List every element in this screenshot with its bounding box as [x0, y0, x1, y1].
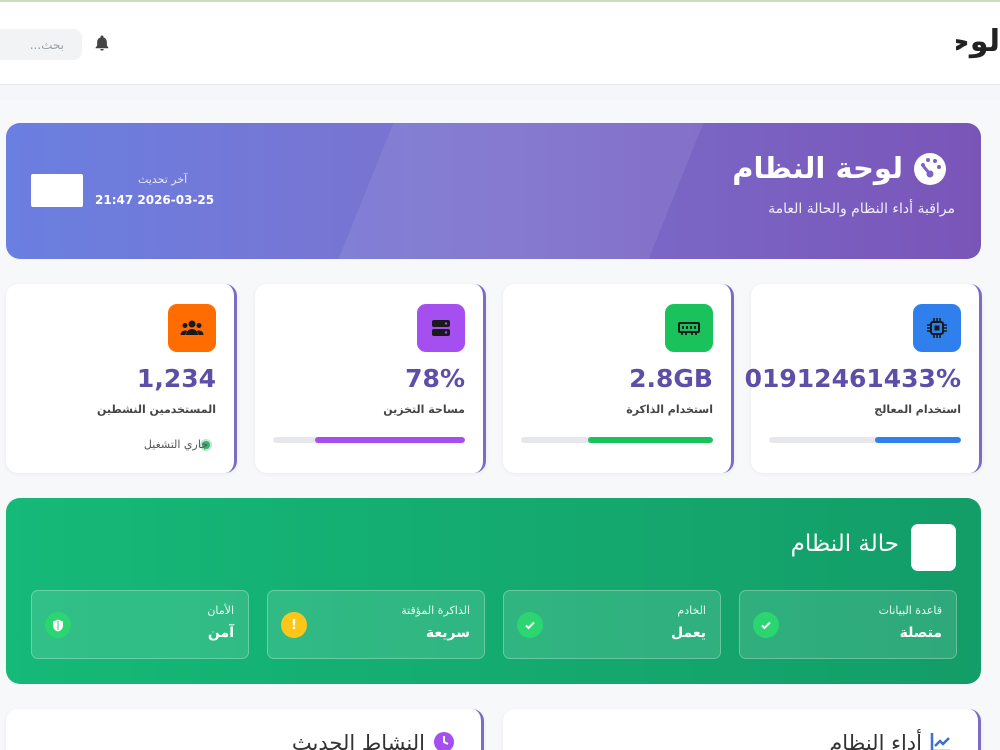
chart-line-icon	[930, 733, 950, 750]
users-icon	[168, 304, 216, 352]
warning-icon: !	[281, 612, 307, 638]
running-status-text: جاري التشغيل	[143, 438, 208, 451]
storage-usage-label: مساحة التخزين	[383, 403, 465, 416]
last-update-label: آخر تحديث	[138, 173, 188, 186]
status-tile-security: الأمان آمن	[31, 590, 249, 659]
hero-title: لوحة النظام	[732, 151, 903, 185]
dashboard-hero: لوحة النظام مراقبة أداء النظام والحالة ا…	[6, 123, 981, 259]
server-label: الخادم	[677, 604, 706, 617]
activity-title: النشاط الحديث	[291, 731, 425, 750]
last-update-value: 21:47 2026-03-25	[95, 193, 215, 207]
cache-label: الذاكرة المؤقتة	[401, 604, 470, 617]
security-value: آمن	[207, 625, 234, 641]
performance-title: أداء النظام	[829, 731, 922, 750]
refresh-button[interactable]	[31, 174, 83, 207]
stat-card-users: 1,234 المستخدمين النشطين جاري التشغيل	[6, 284, 237, 473]
system-status-panel: حالة النظام قاعدة البيانات متصلة الخادم …	[6, 498, 981, 684]
bell-icon[interactable]	[93, 34, 111, 52]
memory-icon	[665, 304, 713, 352]
storage-progress-track	[273, 437, 465, 443]
cpu-usage-value: 01912461433%	[744, 364, 961, 393]
top-bar: لوحة النظام	[0, 0, 1000, 85]
search-input[interactable]	[0, 29, 82, 60]
storage-icon	[417, 304, 465, 352]
hero-decoration	[338, 123, 704, 259]
status-tile-cache: الذاكرة المؤقتة سريعة !	[267, 590, 485, 659]
check-icon	[753, 612, 779, 638]
cpu-icon	[913, 304, 961, 352]
memory-usage-value: 2.8GB	[629, 364, 713, 393]
page-title: لوحة النظام	[956, 24, 1000, 59]
active-users-label: المستخدمين النشطين	[97, 403, 216, 416]
cpu-progress-track	[769, 437, 961, 443]
performance-panel: أداء النظام	[503, 709, 981, 750]
activity-panel: النشاط الحديث	[6, 709, 484, 750]
memory-usage-label: استخدام الذاكرة	[626, 403, 713, 416]
stat-card-cpu: 01912461433% استخدام المعالج	[745, 284, 982, 473]
storage-progress-bar	[315, 437, 465, 443]
security-label: الأمان	[207, 604, 234, 617]
system-status-title: حالة النظام	[790, 531, 899, 557]
active-users-value: 1,234	[136, 364, 216, 393]
check-icon	[517, 612, 543, 638]
storage-usage-value: 78%	[405, 364, 465, 393]
status-tile-database: قاعدة البيانات متصلة	[739, 590, 957, 659]
memory-progress-bar	[588, 437, 713, 443]
database-value: متصلة	[899, 625, 942, 641]
stat-card-memory: 2.8GB استخدام الذاكرة	[503, 284, 734, 473]
server-value: يعمل	[670, 625, 706, 641]
stat-card-storage: 78% مساحة التخزين	[255, 284, 486, 473]
clock-icon	[434, 732, 454, 750]
status-tile-server: الخادم يعمل	[503, 590, 721, 659]
shield-icon	[45, 612, 71, 638]
cpu-progress-bar	[874, 437, 961, 443]
memory-progress-track	[521, 437, 713, 443]
database-label: قاعدة البيانات	[878, 604, 942, 617]
status-icon-box	[911, 524, 956, 571]
speedometer-icon	[914, 153, 946, 185]
cache-value: سريعة	[425, 625, 470, 641]
cpu-usage-label: استخدام المعالج	[874, 403, 961, 416]
hero-subtitle: مراقبة أداء النظام والحالة العامة	[768, 201, 955, 217]
